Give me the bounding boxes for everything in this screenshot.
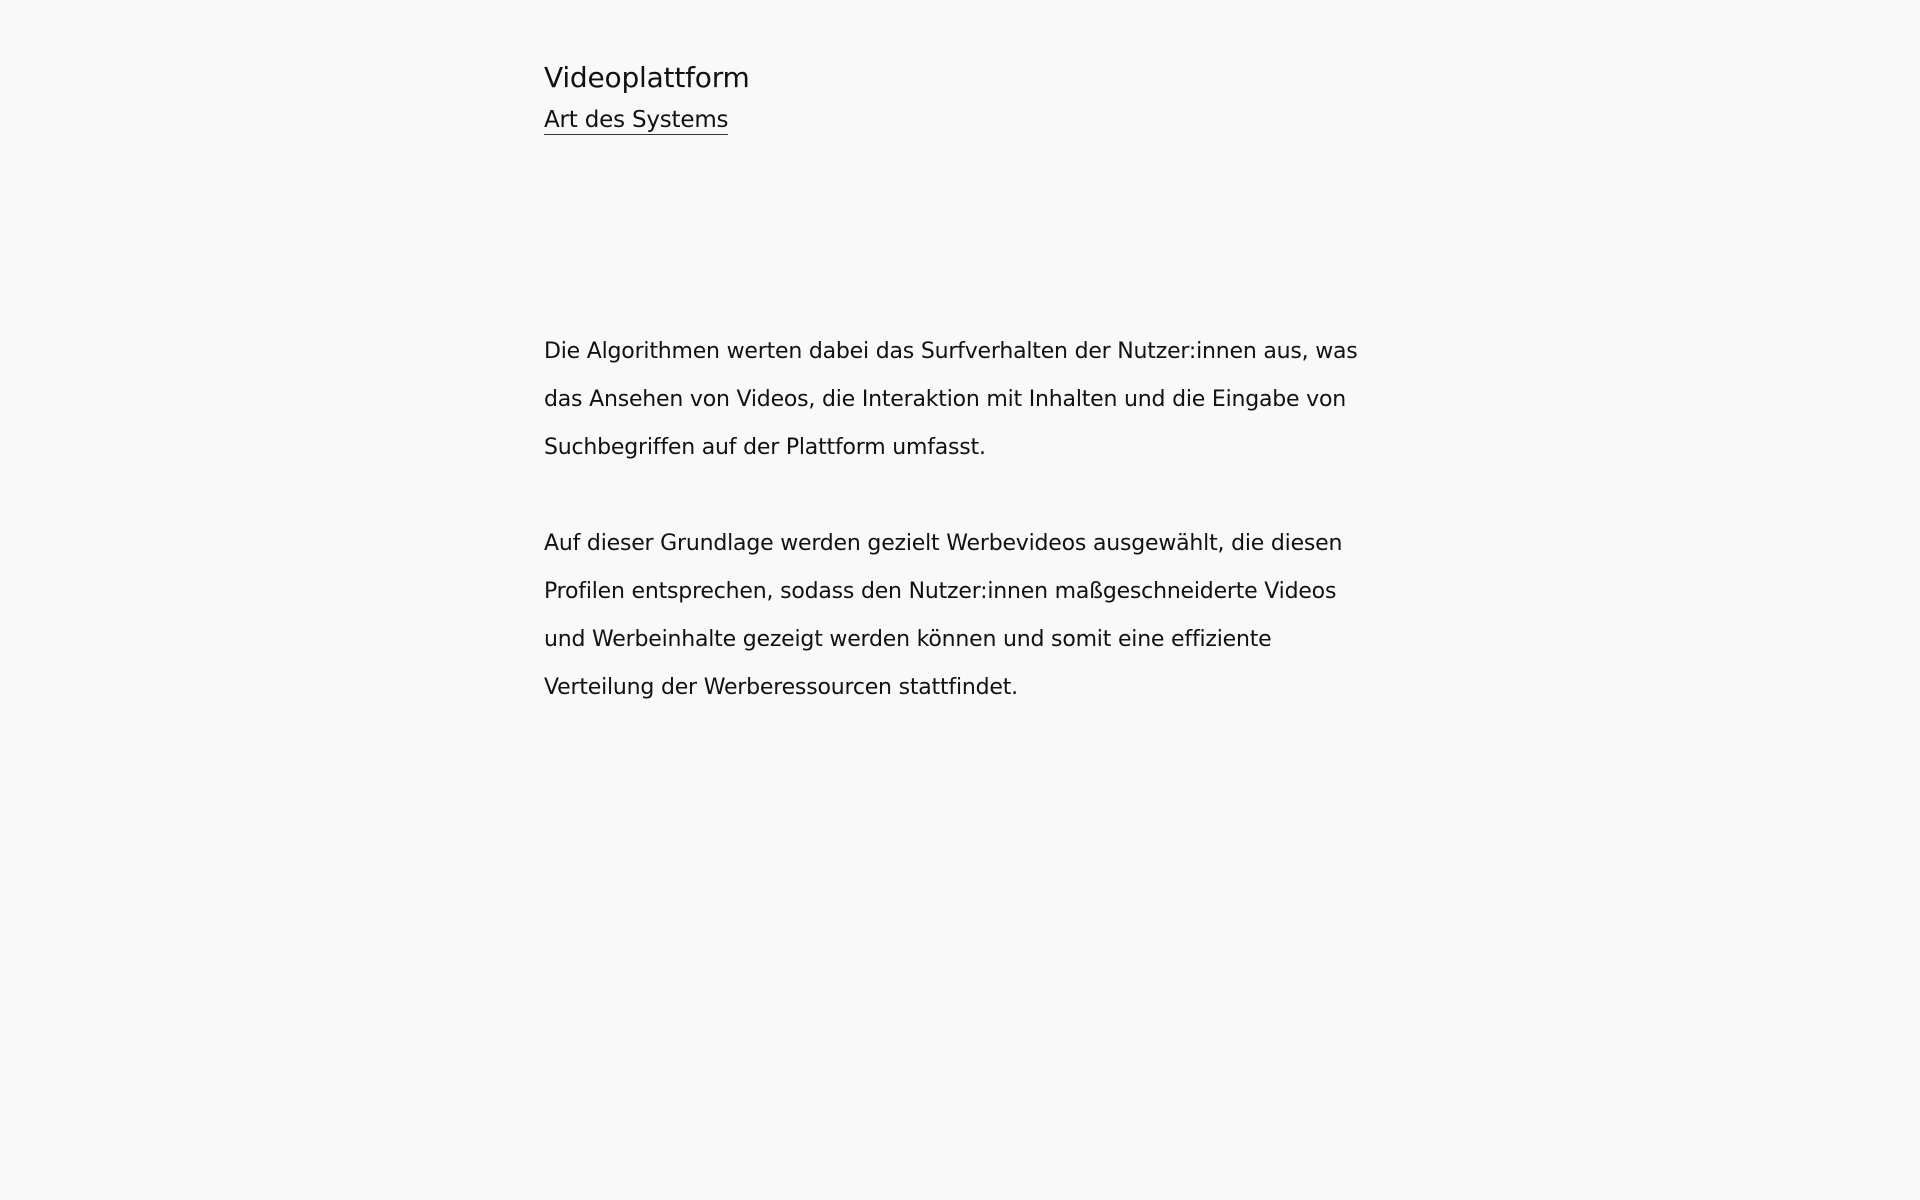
page-header: Videoplattform Art des Systems bbox=[544, 60, 1384, 135]
main-content: Die Algorithmen werten dabei das Surfver… bbox=[544, 328, 1384, 760]
paragraph: Die Algorithmen werten dabei das Surfver… bbox=[544, 339, 1358, 460]
section-link-art-des-systems[interactable]: Art des Systems bbox=[544, 106, 729, 135]
page-title: Videoplattform bbox=[544, 61, 750, 94]
paragraph: Auf dieser Grundlage werden gezielt Werb… bbox=[544, 531, 1343, 700]
